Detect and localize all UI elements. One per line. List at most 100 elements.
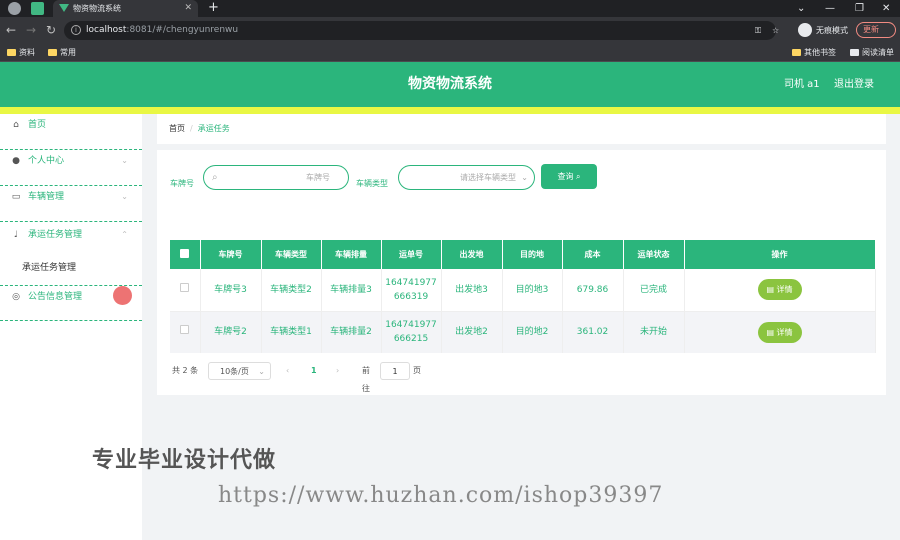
cell-cost: 679.86 xyxy=(562,269,624,312)
cell-plate: 车牌号3 xyxy=(200,269,262,312)
sidebar-item-label: 承运任务管理 xyxy=(28,230,83,240)
bookmark-folder-changyong[interactable]: 常用 xyxy=(48,44,76,61)
sidebar-item-personal-center[interactable]: ● 个人中心 ⌄ xyxy=(0,150,142,186)
user-icon: ● xyxy=(12,156,20,166)
row-checkbox[interactable] xyxy=(170,311,201,353)
sidebar-item-label: 车辆管理 xyxy=(28,192,65,202)
chevron-down-icon: ⌄ xyxy=(258,367,265,376)
compass-icon: ◎ xyxy=(12,292,20,302)
globe-icon[interactable] xyxy=(8,2,21,15)
cell-action: ▤ 详情 xyxy=(684,311,876,353)
info-icon[interactable]: i xyxy=(71,25,81,35)
app-tab-icon[interactable] xyxy=(31,2,44,15)
bookmark-other[interactable]: 其他书签 xyxy=(792,44,836,61)
sidebar-item-task-management[interactable]: ♩ 承运任务管理 ⌃ xyxy=(0,224,142,260)
app-header: 物资物流系统 司机 a1 退出登录 xyxy=(0,62,900,107)
incognito-icon[interactable] xyxy=(798,23,812,37)
logout-button[interactable]: 退出登录 xyxy=(834,62,874,107)
vehicle-type-select[interactable]: 请选择车辆类型 ⌄ xyxy=(398,165,535,190)
chevron-down-icon: ⌄ xyxy=(121,156,128,165)
plate-label: 车牌号 xyxy=(170,179,194,188)
vehicle-type-label: 车辆类型 xyxy=(356,179,388,188)
cell-type: 车辆类型1 xyxy=(261,311,322,353)
detail-button[interactable]: ▤ 详情 xyxy=(757,279,802,301)
reload-icon[interactable]: ↻ xyxy=(46,22,56,38)
browser-tab-strip: 物资物流系统 ✕ + ⌄ — ❐ ✕ xyxy=(0,0,900,17)
chevron-down-icon: ⌄ xyxy=(121,192,128,201)
key-icon[interactable]: ⚿ xyxy=(755,21,761,40)
search-icon: ⌕ xyxy=(576,172,581,181)
chat-icon: ▭ xyxy=(11,192,21,202)
reading-list[interactable]: 阅读清单 xyxy=(850,44,894,61)
close-window-button[interactable]: ✕ xyxy=(882,0,890,17)
detail-button[interactable]: ▤ 详情 xyxy=(757,321,802,343)
breadcrumb-separator: / xyxy=(190,124,193,133)
document-icon: ▤ xyxy=(766,285,777,295)
cell-cost: 361.02 xyxy=(562,311,624,353)
col-type: 车辆类型 xyxy=(261,240,322,269)
query-button[interactable]: 查询 ⌕ xyxy=(541,164,597,189)
cell-waybill: 164741977 666319 xyxy=(381,269,442,312)
new-tab-button[interactable]: + xyxy=(208,0,219,16)
sidebar-item-vehicle-management[interactable]: ▭ 车辆管理 ⌄ xyxy=(0,186,142,222)
home-icon: ⌂ xyxy=(13,120,19,130)
tab-title: 物资物流系统 xyxy=(73,4,121,13)
prev-page-button[interactable]: ‹ xyxy=(286,362,289,380)
chevron-down-icon: ⌄ xyxy=(521,173,528,182)
task-table: 车牌号 车辆类型 车辆排量 运单号 出发地 目的地 成本 运单状态 操作 车牌号… xyxy=(170,240,876,353)
cell-plate: 车牌号2 xyxy=(200,311,262,353)
vue-logo-icon xyxy=(59,4,69,12)
col-waybill: 运单号 xyxy=(381,240,442,269)
cell-displacement: 车辆排量3 xyxy=(321,269,382,312)
goto-page-input[interactable]: 1 xyxy=(380,362,410,380)
sidebar-item-label: 个人中心 xyxy=(28,156,65,166)
cell-to: 目的地2 xyxy=(502,311,563,353)
cell-from: 出发地3 xyxy=(441,269,503,312)
goto-label: 前往 xyxy=(362,366,370,393)
col-displacement: 车辆排量 xyxy=(321,240,382,269)
next-page-button[interactable]: › xyxy=(336,362,339,380)
page-number-current[interactable]: 1 xyxy=(311,362,317,380)
plate-search-input[interactable]: ⌕ 车牌号 xyxy=(203,165,349,190)
page-suffix: 页 xyxy=(413,366,421,375)
cell-displacement: 车辆排量2 xyxy=(321,311,382,353)
col-action: 操作 xyxy=(684,240,876,269)
url-host: localhost xyxy=(86,25,127,35)
star-icon[interactable]: ☆ xyxy=(772,21,779,40)
page-size-select[interactable]: 10条/页 ⌄ xyxy=(208,362,271,380)
table-row: 车牌号2 车辆类型1 车辆排量2 164741977 666215 出发地2 目的… xyxy=(170,311,876,353)
header-accent-bar xyxy=(0,107,900,114)
tab-search-icon[interactable]: ⌄ xyxy=(797,0,805,17)
row-checkbox[interactable] xyxy=(170,269,201,312)
select-all-checkbox[interactable] xyxy=(170,240,201,269)
plate-placeholder: 车牌号 xyxy=(306,173,330,182)
cell-action: ▤ 详情 xyxy=(684,269,876,312)
back-icon[interactable]: ← xyxy=(6,22,16,38)
main-panel: 车牌号 ⌕ 车牌号 车辆类型 请选择车辆类型 ⌄ 查询 ⌕ 车牌号 车辆类型 车… xyxy=(157,150,886,395)
watermark-url: https://www.huzhan.com/ishop39397 xyxy=(218,483,664,508)
forward-icon[interactable]: → xyxy=(26,22,36,38)
cell-to: 目的地3 xyxy=(502,269,563,312)
list-icon xyxy=(850,49,859,56)
folder-icon xyxy=(792,49,801,56)
cell-status: 未开始 xyxy=(623,311,685,353)
sidebar: ⌂ 首页 ● 个人中心 ⌄ ▭ 车辆管理 ⌄ ♩ 承运任务管理 ⌃ 承运任务管理… xyxy=(0,114,142,540)
breadcrumb-current: 承运任务 xyxy=(197,124,230,133)
col-to: 目的地 xyxy=(502,240,563,269)
sidebar-subitem-task-management[interactable]: 承运任务管理 xyxy=(0,257,142,285)
breadcrumb-home[interactable]: 首页 xyxy=(169,124,185,133)
update-button[interactable]: 更新 xyxy=(856,22,896,38)
tab-close-icon[interactable]: ✕ xyxy=(184,0,192,17)
col-cost: 成本 xyxy=(562,240,624,269)
maximize-button[interactable]: ❐ xyxy=(855,0,864,17)
watermark-text: 专业毕业设计代做 xyxy=(92,448,277,473)
url-path: :8081/#/chengyunrenwu xyxy=(126,25,239,35)
url-input[interactable]: i localhost:8081/#/chengyunrenwu xyxy=(64,21,776,40)
minimize-button[interactable]: — xyxy=(825,0,835,17)
sidebar-item-home[interactable]: ⌂ 首页 xyxy=(0,114,142,150)
chevron-up-icon: ⌃ xyxy=(121,230,128,239)
vehicle-type-placeholder: 请选择车辆类型 xyxy=(460,173,516,182)
bookmark-folder-ziliao[interactable]: 资料 xyxy=(7,44,35,61)
tab-active[interactable]: 物资物流系统 ✕ xyxy=(53,0,198,17)
folder-icon xyxy=(7,49,16,56)
